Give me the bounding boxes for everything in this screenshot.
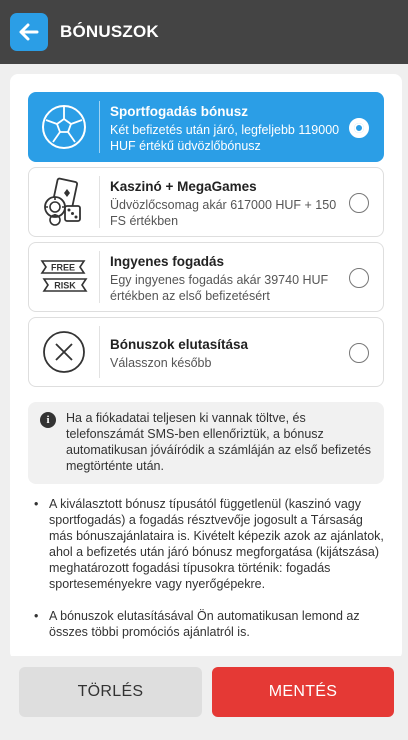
bonus-option-sports[interactable]: Sportfogadás bónusz Két befizetés után j… [28, 92, 384, 162]
info-text: Ha a fiókadatai teljesen ki vannak töltv… [66, 411, 372, 473]
cancel-button[interactable]: TÖRLÉS [19, 667, 202, 717]
radio-button[interactable] [349, 193, 369, 213]
bonus-option-decline[interactable]: Bónuszok elutasítása Válasszon később [28, 317, 384, 387]
decline-x-icon [43, 331, 85, 373]
radio-button[interactable] [349, 268, 369, 288]
option-description: Egy ingyenes fogadás akár 39740 HUF érté… [110, 273, 329, 303]
action-bar: TÖRLÉS MENTÉS [0, 656, 408, 740]
radio-button[interactable] [349, 343, 369, 363]
save-button[interactable]: MENTÉS [212, 667, 394, 717]
note-item: A kiválasztott bónusz típusától függetle… [32, 496, 384, 592]
arrow-left-icon [19, 23, 39, 41]
option-title: Kaszinó + MegaGames [110, 179, 257, 194]
option-description: Két befizetés után járó, legfeljebb 1190… [110, 123, 340, 153]
free-risk-ticket-icon: FREE RISK [40, 260, 88, 292]
note-item: A bónuszok elutasításával Ön automatikus… [32, 608, 384, 640]
option-description: Üdvözlőcsomag akár 617000 HUF + 150 FS é… [110, 198, 337, 228]
casino-chips-dice-icon [44, 177, 81, 226]
risk-label: RISK [54, 281, 76, 291]
option-description: Válasszon később [110, 356, 212, 370]
terms-notes: A kiválasztott bónusz típusától függetle… [32, 496, 384, 640]
bonus-panel: Sportfogadás bónusz Két befizetés után j… [10, 74, 402, 660]
bonus-option-free-bet[interactable]: FREE RISK Ingyenes fogadás Egy ingyenes … [28, 242, 384, 312]
info-icon: i [40, 412, 56, 428]
radio-button-selected[interactable] [349, 118, 369, 138]
page-title: BÓNUSZOK [60, 22, 159, 41]
option-title: Sportfogadás bónusz [110, 104, 248, 119]
free-label: FREE [51, 263, 75, 273]
soccer-ball-icon [42, 105, 86, 149]
info-box: i Ha a fiókadatai teljesen ki vannak töl… [28, 402, 384, 484]
option-title: Bónuszok elutasítása [110, 337, 249, 352]
header-bar: BÓNUSZOK [0, 0, 408, 64]
bonus-option-casino[interactable]: Kaszinó + MegaGames Üdvözlőcsomag akár 6… [28, 167, 384, 237]
option-title: Ingyenes fogadás [110, 254, 225, 269]
back-button[interactable] [10, 13, 48, 51]
